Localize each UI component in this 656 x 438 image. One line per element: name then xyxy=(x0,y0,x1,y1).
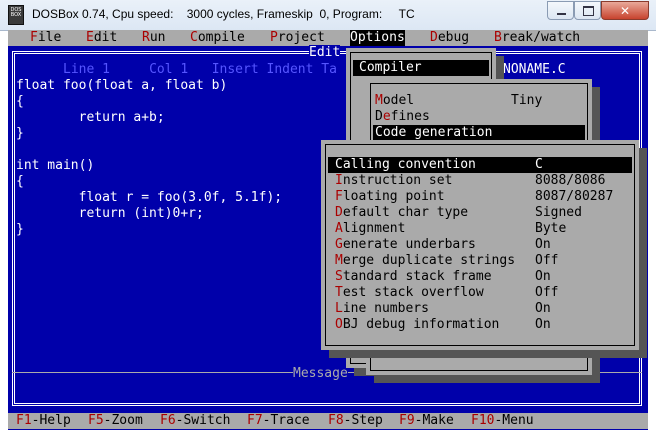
menu-run[interactable]: Run xyxy=(142,30,165,46)
menu-project[interactable]: Project xyxy=(270,30,325,46)
code-line: int main() xyxy=(16,158,95,173)
obj-debug-information-value: On xyxy=(535,317,551,332)
codegen-item-merge-duplicate-strings[interactable]: Merge duplicate strings Off xyxy=(328,253,632,269)
dosbox-window: DOS BOX DOSBox 0.74, Cpu speed: 3000 cyc… xyxy=(0,0,656,438)
code-line: float r = foo(3.0f, 5.1f); xyxy=(16,190,283,205)
fkey-trace[interactable]: F7-Trace xyxy=(247,413,310,429)
fkey-make[interactable]: F9-Make xyxy=(399,413,454,429)
code-line: { xyxy=(16,94,24,109)
merge-duplicate-strings-value: Off xyxy=(535,253,559,268)
codegen-item-floating-point[interactable]: Floating point 8087/80287 xyxy=(328,189,632,205)
window-title: DOSBox 0.74, Cpu speed: 3000 cycles, Fra… xyxy=(32,7,415,21)
default-char-type-value: Signed xyxy=(535,205,582,220)
compiler-item-code-generation[interactable]: Code generation xyxy=(373,125,585,141)
codegen-item-standard-stack-frame[interactable]: Standard stack frame On xyxy=(328,269,632,285)
codegen-item-generate-underbars[interactable]: Generate underbars On xyxy=(328,237,632,253)
compiler-item-model[interactable]: Model Tiny xyxy=(373,93,585,109)
close-button[interactable] xyxy=(601,1,649,20)
test-stack-overflow-value: Off xyxy=(535,285,559,300)
codegen-menu: Calling convention C Instruction set 808… xyxy=(321,140,639,350)
title-bar[interactable]: DOS BOX DOSBox 0.74, Cpu speed: 3000 cyc… xyxy=(0,0,656,31)
menu-compile[interactable]: Compile xyxy=(190,30,245,46)
menu-file[interactable]: File xyxy=(30,30,61,46)
editor-title: Edit xyxy=(309,45,341,61)
fkey-help[interactable]: F1-Help xyxy=(16,413,71,429)
codegen-item-instruction-set[interactable]: Instruction set 8088/8086 xyxy=(328,173,632,189)
menu-options[interactable]: Options xyxy=(350,30,405,46)
generate-underbars-value: On xyxy=(535,237,551,252)
floating-point-value: 8087/80287 xyxy=(535,189,614,204)
compiler-item-defines[interactable]: Defines xyxy=(373,109,585,125)
menu-break-watch[interactable]: Break/watch xyxy=(494,30,580,46)
fkey-switch[interactable]: F6-Switch xyxy=(160,413,230,429)
editor-status: Line 1 Col 1 Insert Indent Ta xyxy=(63,62,337,77)
function-key-bar: F1-Help F5-Zoom F6-Switch F7-Trace F8-St… xyxy=(8,413,648,429)
codegen-item-obj-debug-information[interactable]: OBJ debug information On xyxy=(328,317,632,333)
instruction-set-value: 8088/8086 xyxy=(535,173,606,188)
codegen-item-line-numbers[interactable]: Line numbers On xyxy=(328,301,632,317)
codegen-item-calling-convention[interactable]: Calling convention C xyxy=(328,157,632,173)
code-line: } xyxy=(16,126,24,141)
calling-convention-value: C xyxy=(535,157,543,172)
code-line: } xyxy=(16,222,24,237)
minimize-button[interactable] xyxy=(547,1,574,20)
line-numbers-value: On xyxy=(535,301,551,316)
code-line: return (int)0+r; xyxy=(16,206,204,221)
menu-edit[interactable]: Edit xyxy=(86,30,117,46)
fkey-step[interactable]: F8-Step xyxy=(328,413,383,429)
standard-stack-frame-value: On xyxy=(535,269,551,284)
codegen-item-test-stack-overflow[interactable]: Test stack overflow Off xyxy=(328,285,632,301)
menu-debug[interactable]: Debug xyxy=(430,30,469,46)
code-line: { xyxy=(16,174,24,189)
menu-bar: File Edit Run Compile Project Options De… xyxy=(8,30,648,46)
dos-screen: File Edit Run Compile Project Options De… xyxy=(8,30,648,430)
message-title: Message xyxy=(293,366,348,382)
model-value: Tiny xyxy=(511,93,543,108)
codegen-item-alignment[interactable]: Alignment Byte xyxy=(328,221,632,237)
fkey-zoom[interactable]: F5-Zoom xyxy=(88,413,143,429)
options-item-compiler[interactable]: Compiler xyxy=(353,60,489,76)
alignment-value: Byte xyxy=(535,221,567,236)
code-line: return a+b; xyxy=(16,110,165,125)
fkey-menu[interactable]: F10-Menu xyxy=(471,413,534,429)
code-line: float foo(float a, float b) xyxy=(16,78,228,93)
editor-filename: NONAME.C xyxy=(503,62,566,77)
maximize-button[interactable] xyxy=(574,1,601,20)
dosbox-icon[interactable]: DOS BOX xyxy=(8,5,24,25)
codegen-item-default-char-type[interactable]: Default char type Signed xyxy=(328,205,632,221)
